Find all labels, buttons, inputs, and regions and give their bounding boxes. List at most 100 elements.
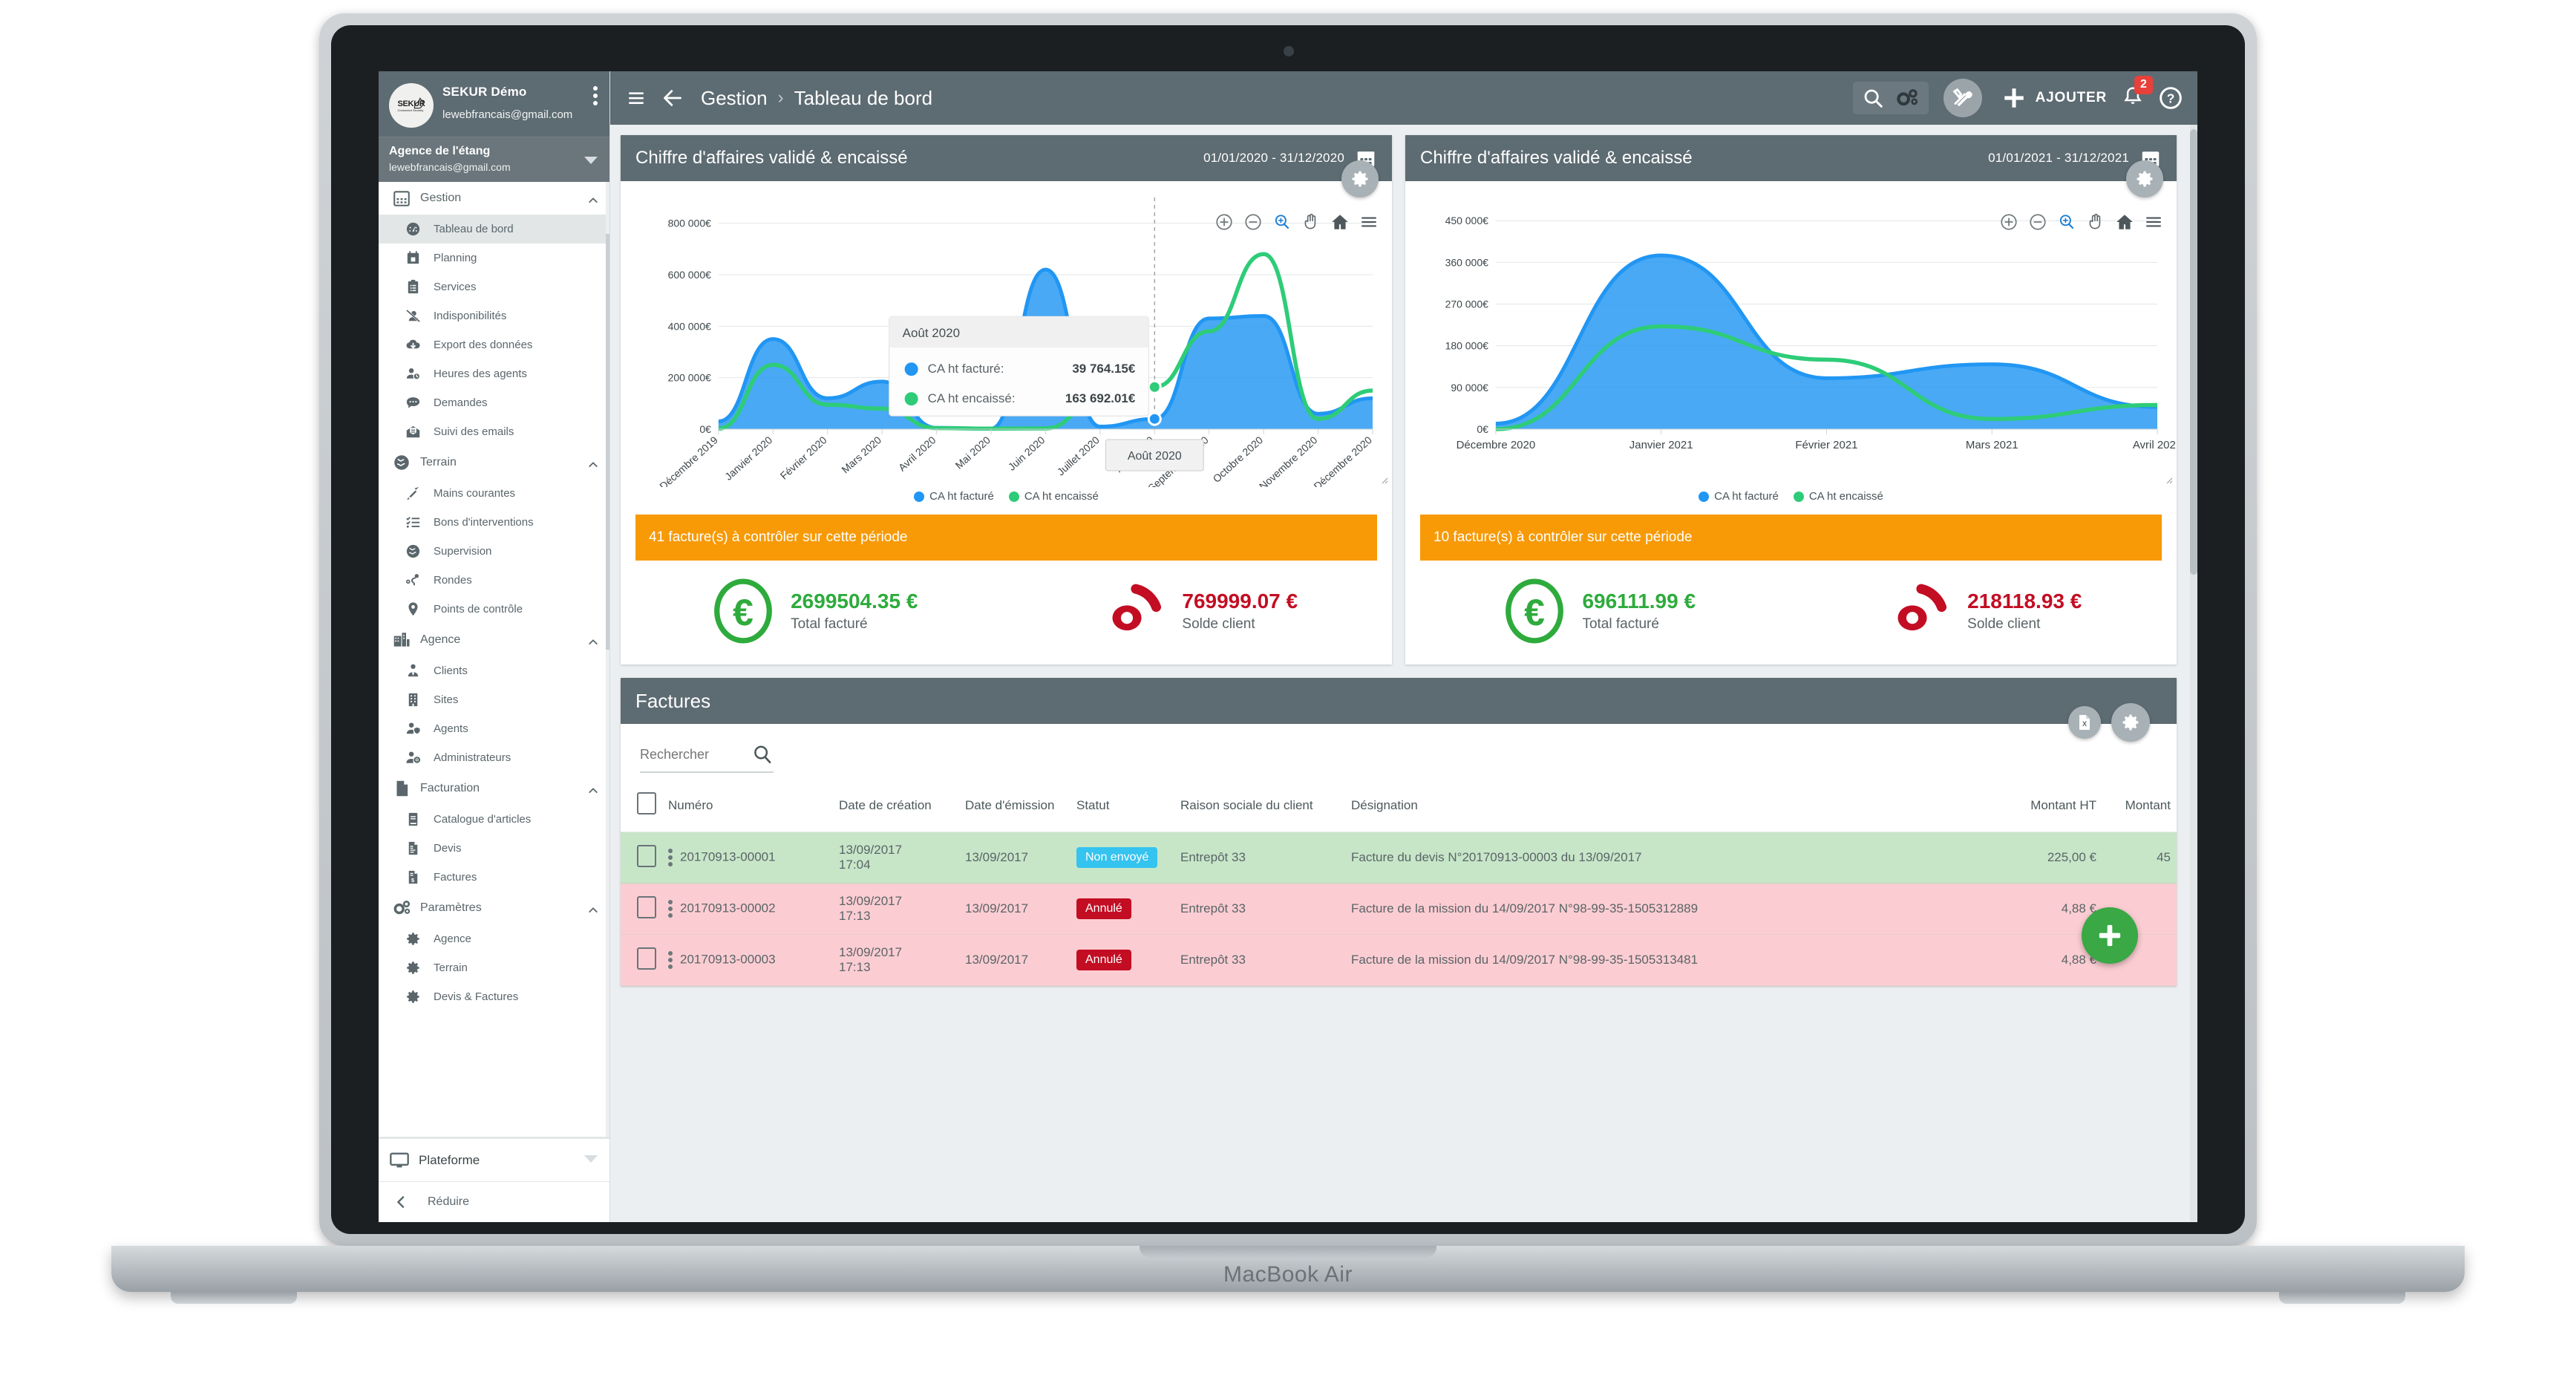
hamburger-menu-button[interactable] <box>624 88 649 108</box>
sidebar-item-devis---factures[interactable]: Devis & Factures <box>379 982 609 1011</box>
help-button[interactable]: ? <box>2159 86 2183 110</box>
row-select-cell[interactable] <box>621 832 662 884</box>
sidebar-item-factures[interactable]: $ Factures <box>379 863 609 892</box>
sidebar-item-rondes[interactable]: Rondes <box>379 566 609 595</box>
home-reset-icon[interactable] <box>2115 212 2134 232</box>
tools-button[interactable] <box>1943 79 1982 117</box>
invoices-alert-banner[interactable]: 10 facture(s) à contrôler sur cette péri… <box>1420 515 2162 561</box>
notifications-button[interactable]: 2 <box>2122 75 2153 112</box>
sidebar-group-agence[interactable]: Agence <box>379 624 609 656</box>
buildings-icon <box>393 633 410 647</box>
sidebar-item-administrateurs[interactable]: Administrateurs <box>379 743 609 772</box>
area-chart-2020[interactable]: 0€ 200 000€ 400 000€ 600 000€ 800 000€ Décemb… <box>621 190 1392 494</box>
sidebar-group-terrain[interactable]: Terrain <box>379 446 609 479</box>
card-settings-button[interactable] <box>2126 160 2163 197</box>
sidebar-group-gestion[interactable]: Gestion <box>379 182 609 215</box>
search-input[interactable] <box>640 746 729 763</box>
table-column-header[interactable]: Montant HT <box>2013 780 2102 832</box>
sidebar-item-suivi-des-emails[interactable]: Suivi des emails <box>379 417 609 446</box>
home-reset-icon[interactable] <box>1330 212 1350 232</box>
resize-grip-icon[interactable] <box>2164 475 2173 484</box>
add-invoice-button[interactable] <box>2082 907 2138 964</box>
cell-numero[interactable]: 20170913-00001 <box>662 832 833 884</box>
cell-numero[interactable]: 20170913-00003 <box>662 934 833 986</box>
content-scrollbar-thumb[interactable] <box>2190 129 2197 575</box>
card-settings-button[interactable] <box>1341 160 1379 197</box>
sidebar-item-plateforme[interactable]: Plateforme <box>379 1139 609 1182</box>
search-button[interactable] <box>1862 87 1884 109</box>
table-column-header[interactable]: Numéro <box>662 780 833 832</box>
zoom-in-circle-icon[interactable] <box>1999 212 2018 232</box>
sidebar-item-export-des-donn-es[interactable]: Export des données <box>379 330 609 359</box>
zoom-out-circle-icon[interactable] <box>1243 212 1263 232</box>
row-select-cell[interactable] <box>621 883 662 935</box>
sidebar-item-terrain[interactable]: Terrain <box>379 953 609 982</box>
chart-menu-icon[interactable] <box>2144 212 2163 232</box>
account-more-menu-button[interactable] <box>593 86 598 105</box>
sidebar-item-devis[interactable]: Devis <box>379 834 609 863</box>
sidebar-group-facturation[interactable]: Facturation <box>379 772 609 805</box>
back-button[interactable] <box>661 88 684 108</box>
table-column-header[interactable]: Date d'émission <box>959 780 1070 832</box>
sidebar-item-services[interactable]: Services <box>379 272 609 301</box>
pan-hand-icon[interactable] <box>2086 212 2105 232</box>
area-chart-2021[interactable]: 0€ 90 000€ 180 000€ 270 000€ 360 000€ 450 000… <box>1405 190 2183 487</box>
sidebar-item-planning[interactable]: Planning <box>379 244 609 272</box>
sidebar-item-label: Bons d'interventions <box>434 516 534 529</box>
user-gear-icon <box>405 751 420 763</box>
sidebar-item-demandes[interactable]: Demandes <box>379 388 609 417</box>
content-scrollbar-track[interactable] <box>2190 125 2197 1222</box>
add-button[interactable]: AJOUTER <box>2001 85 2107 111</box>
row-checkbox[interactable] <box>637 947 656 970</box>
row-actions-kebab[interactable] <box>668 849 673 866</box>
sidebar-item-heures-des-agents[interactable]: Heures des agents <box>379 359 609 388</box>
zoom-selection-icon[interactable] <box>1272 212 1292 232</box>
row-checkbox[interactable] <box>637 844 656 867</box>
resize-grip-icon[interactable] <box>1379 475 1388 484</box>
table-column-header[interactable]: Raison sociale du client <box>1174 780 1345 832</box>
svg-text:39 764.15€: 39 764.15€ <box>1072 362 1136 376</box>
sidebar-item-bons-d-interventions[interactable]: Bons d'interventions <box>379 508 609 537</box>
sidebar-scrollbar-thumb[interactable] <box>606 234 609 650</box>
sidebar-item-points-de-contr-le[interactable]: Points de contrôle <box>379 595 609 624</box>
row-select-cell[interactable] <box>621 934 662 986</box>
zoom-in-circle-icon[interactable] <box>1215 212 1234 232</box>
sidebar-item-catalogue-d-articles[interactable]: Catalogue d'articles <box>379 805 609 834</box>
export-excel-button[interactable]: X <box>2068 706 2101 739</box>
chart-menu-icon[interactable] <box>1359 212 1379 232</box>
cell-numero[interactable]: 20170913-00002 <box>662 883 833 935</box>
row-actions-kebab[interactable] <box>668 951 673 969</box>
row-actions-kebab[interactable] <box>668 900 673 918</box>
sidebar-item-agence[interactable]: Agence <box>379 924 609 953</box>
topbar-settings-button[interactable] <box>1895 87 1920 109</box>
table-column-header[interactable] <box>621 780 662 832</box>
sidebar-item-indisponibilit-s[interactable]: Indisponibilités <box>379 301 609 330</box>
zoom-selection-icon[interactable] <box>2057 212 2076 232</box>
sidebar-item-sites[interactable]: Sites <box>379 685 609 714</box>
sidebar-item-supervision[interactable]: Supervision <box>379 537 609 566</box>
table-row[interactable]: 20170913-00001 13/09/2017 17:04 13/09/2017 N… <box>621 832 2177 884</box>
sidebar-item-tableau-de-bord[interactable]: Tableau de bord <box>379 215 609 244</box>
sidebar-item-mains-courantes[interactable]: Mains courantes <box>379 479 609 508</box>
table-row[interactable]: 20170913-00003 13/09/2017 17:13 13/09/2017 A… <box>621 934 2177 986</box>
row-checkbox[interactable] <box>637 895 656 918</box>
sidebar-scrollbar-track[interactable] <box>606 182 609 1137</box>
table-column-header[interactable]: Date de création <box>833 780 959 832</box>
search-icon[interactable] <box>751 743 774 765</box>
invoices-alert-banner[interactable]: 41 facture(s) à contrôler sur cette péri… <box>635 515 1377 561</box>
agency-selector[interactable]: Agence de l'étang lewebfrancais@gmail.co… <box>379 137 609 182</box>
sidebar-collapse-button[interactable]: Réduire <box>379 1182 609 1222</box>
table-row[interactable]: 20170913-00002 13/09/2017 17:13 13/09/2017 A… <box>621 883 2177 935</box>
sidebar-item-clients[interactable]: Clients <box>379 656 609 685</box>
select-all-checkbox[interactable] <box>637 792 656 814</box>
table-settings-button[interactable] <box>2111 703 2150 742</box>
table-column-header[interactable]: Montant <box>2102 780 2177 832</box>
pan-hand-icon[interactable] <box>1301 212 1321 232</box>
table-column-header[interactable]: Désignation <box>1345 780 2013 832</box>
zoom-out-circle-icon[interactable] <box>2028 212 2047 232</box>
cloud-download-icon <box>406 339 420 349</box>
breadcrumb-root[interactable]: Gestion <box>701 87 768 110</box>
sidebar-group-paramtres[interactable]: Paramètres <box>379 892 609 924</box>
table-column-header[interactable]: Statut <box>1070 780 1174 832</box>
sidebar-item-agents[interactable]: Agents <box>379 714 609 743</box>
